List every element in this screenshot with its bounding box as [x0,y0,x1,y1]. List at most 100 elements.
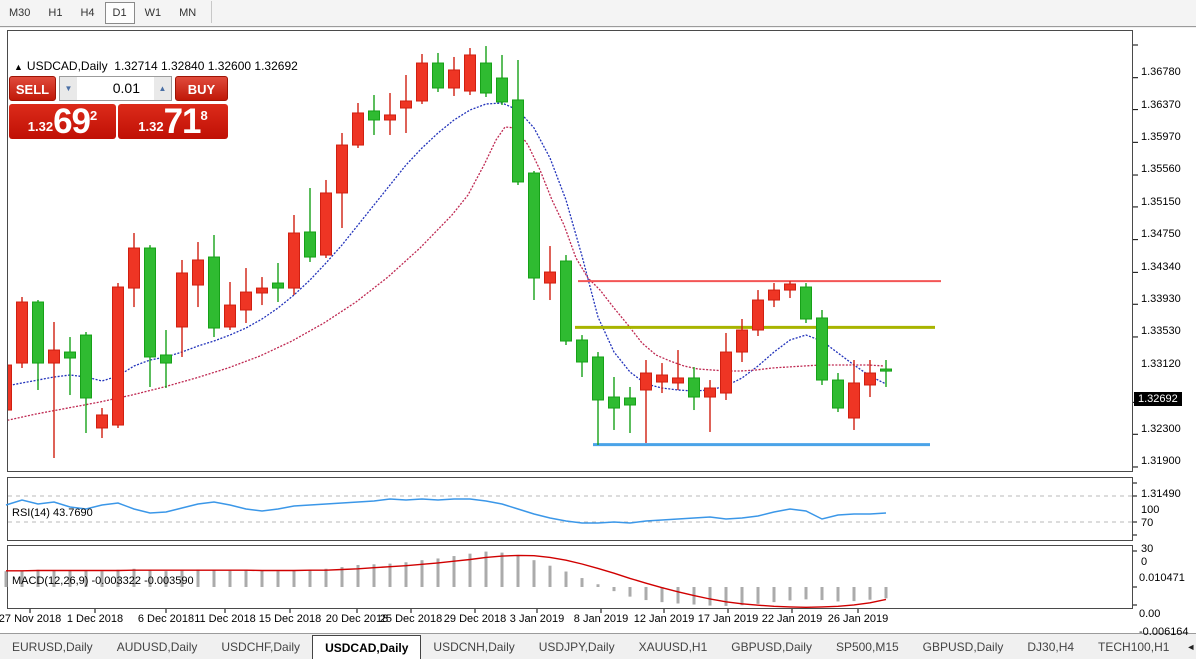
candle-body [1,365,12,410]
buy-price-pip: 8 [201,108,208,123]
chart-tab-dj30-h4[interactable]: DJ30,H4 [1015,634,1086,659]
date-axis-label[interactable]: 17 Jan 2019 [698,613,759,625]
collapse-triangle-icon[interactable]: ▲ [14,62,23,72]
buy-button[interactable]: BUY [175,76,228,101]
candle-body [385,115,396,120]
candle-body [849,383,860,418]
candle-body [257,288,268,293]
price-axis-label: 1.35560 [1141,163,1181,175]
candle-body [833,380,844,408]
candle-body [769,290,780,300]
date-axis-label[interactable]: 8 Jan 2019 [574,613,628,625]
timeframe-button-mn[interactable]: MN [171,2,204,24]
current-price-tag: 1.32692 [1134,392,1182,406]
chart-tab-eurusd-daily[interactable]: EURUSD,Daily [0,634,105,659]
sell-price-prefix: 1.32 [28,119,53,134]
timeframe-button-d1[interactable]: D1 [105,2,135,24]
candle-body [161,355,172,363]
buy-price-big: 71 [164,107,201,137]
timeframe-button-m30[interactable]: M30 [1,2,38,24]
candle-body [129,248,140,288]
candle-body [481,63,492,93]
buy-price-prefix: 1.32 [138,119,163,134]
chart-tab-usdcad-daily[interactable]: USDCAD,Daily [312,635,421,659]
candle-body [881,369,892,371]
tab-scroll-left-icon[interactable]: ◄ [1181,642,1196,652]
chart-tab-xauusd-h1[interactable]: XAUUSD,H1 [627,634,720,659]
timeframe-button-h1[interactable]: H1 [40,2,70,24]
price-axis-label: 1.35970 [1141,131,1181,143]
rsi-indicator-label: RSI(14) 43.7690 [12,507,93,519]
date-axis-label[interactable]: 27 Nov 2018 [0,613,61,625]
candle-body [337,145,348,193]
candle-body [689,378,700,397]
volume-decrease-button[interactable]: ▼ [60,77,77,100]
chart-tab-usdjpy-daily[interactable]: USDJPY,Daily [527,634,627,659]
price-axis-label: 1.33930 [1141,293,1181,305]
date-axis-label[interactable]: 6 Dec 2018 [138,613,194,625]
candle-body [369,111,380,120]
chart-tab-gbpusd-daily[interactable]: GBPUSD,Daily [911,634,1016,659]
sell-price-quote[interactable]: 1.32 69 2 [9,104,116,139]
sell-price-pip: 2 [90,108,97,123]
macd-axis-label: -0.006164 [1139,626,1189,638]
sell-button[interactable]: SELL [9,76,56,101]
price-axis-label: 1.32300 [1141,423,1181,435]
candle-body [401,101,412,108]
candle-body [465,55,476,91]
date-axis-label[interactable]: 12 Jan 2019 [634,613,695,625]
candle-body [705,388,716,397]
timeframe-button-w1[interactable]: W1 [137,2,170,24]
candle-body [305,232,316,257]
chart-tab-sp500-m15[interactable]: SP500,M15 [824,634,911,659]
date-axis-label[interactable]: 1 Dec 2018 [67,613,123,625]
volume-stepper: ▼ 0.01 ▲ [59,76,172,101]
price-axis-label: 1.31490 [1141,488,1181,500]
candle-body [193,260,204,285]
price-axis-label: 1.35150 [1141,196,1181,208]
rsi-axis-label: 70 [1141,517,1153,529]
volume-increase-button[interactable]: ▲ [154,77,171,100]
candle-body [561,261,572,341]
candle-body [449,70,460,88]
candle-body [817,318,828,380]
date-axis-label[interactable]: 22 Jan 2019 [762,613,823,625]
date-axis-label[interactable]: 3 Jan 2019 [510,613,564,625]
buy-price-quote[interactable]: 1.32 71 8 [118,104,228,139]
candle-body [241,292,252,310]
candle-body [49,350,60,363]
price-axis-label: 1.36780 [1141,66,1181,78]
candle-body [145,248,156,357]
candle-body [641,373,652,390]
symbol-tab-bar: EURUSD,DailyAUDUSD,DailyUSDCHF,DailyUSDC… [0,633,1196,659]
candle-body [625,398,636,405]
candle-body [209,257,220,328]
candle-body [177,273,188,327]
candle-body [545,272,556,283]
timeframe-button-h4[interactable]: H4 [72,2,102,24]
candle-body [673,378,684,383]
chart-tab-usdchf-daily[interactable]: USDCHF,Daily [209,634,312,659]
sell-price-big: 69 [53,107,90,137]
price-axis-label: 1.34340 [1141,261,1181,273]
macd-axis-label: 0.010471 [1139,572,1185,584]
candle-body [113,287,124,425]
rsi-axis-label: 100 [1141,504,1159,516]
chart-title-ohlc: 1.32714 1.32840 1.32600 1.32692 [114,59,298,73]
candle-body [433,63,444,88]
date-axis-label[interactable]: 29 Dec 2018 [444,613,506,625]
one-click-trading-panel: SELL ▼ 0.01 ▲ BUY 1.32 69 2 1.32 71 8 [9,76,228,101]
price-axis-label: 1.33530 [1141,325,1181,337]
chart-tab-gbpusd-daily[interactable]: GBPUSD,Daily [719,634,824,659]
candle-body [289,233,300,288]
date-axis-label[interactable]: 15 Dec 2018 [259,613,321,625]
chart-tab-usdcnh-daily[interactable]: USDCNH,Daily [421,634,526,659]
candle-body [497,78,508,102]
toolbar-separator [211,1,212,23]
candle-body [801,287,812,319]
volume-input[interactable]: 0.01 [77,77,154,100]
date-axis-label[interactable]: 11 Dec 2018 [194,613,256,625]
chart-tab-audusd-daily[interactable]: AUDUSD,Daily [105,634,210,659]
date-axis-label[interactable]: 25 Dec 2018 [380,613,442,625]
date-axis-label[interactable]: 26 Jan 2019 [828,613,889,625]
